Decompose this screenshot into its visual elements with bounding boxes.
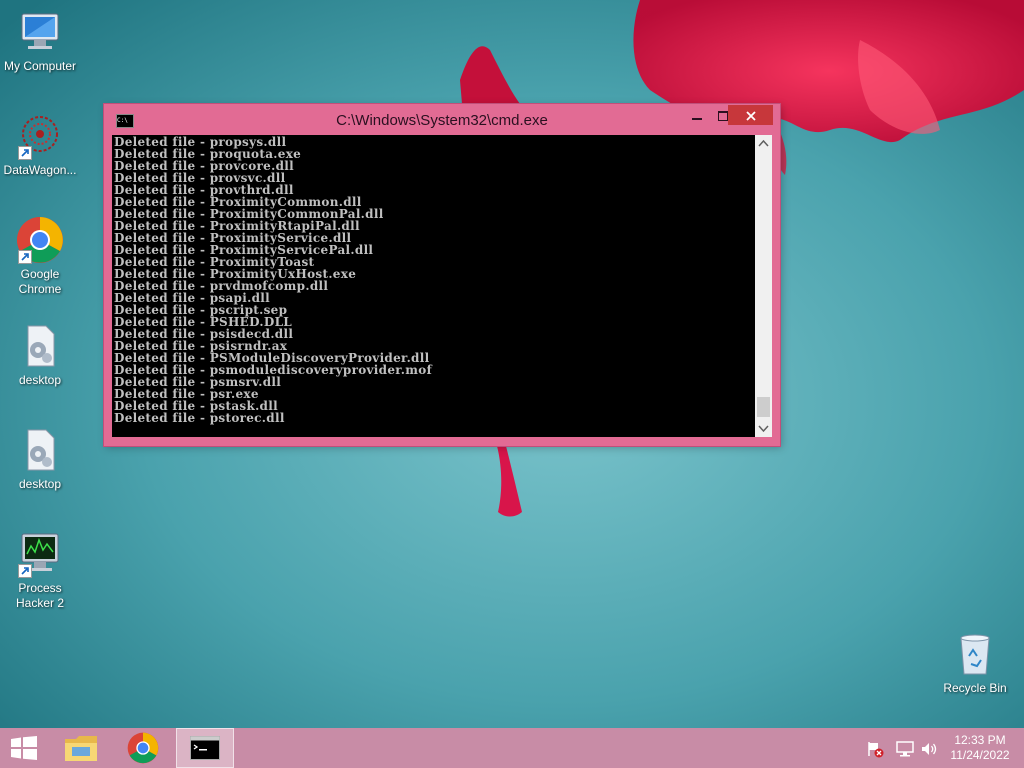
- datawagon-icon: [16, 112, 64, 160]
- chevron-down-icon: [758, 425, 769, 433]
- minimize-button[interactable]: [684, 105, 710, 125]
- title-bar[interactable]: C:\ C:\Windows\System32\cmd.exe: [104, 104, 780, 136]
- clock-time: 12:33 PM: [954, 733, 1006, 747]
- chrome-icon: [127, 732, 159, 764]
- taskbar-file-explorer[interactable]: [56, 728, 106, 768]
- taskbar: 12:33 PM 11/24/2022: [0, 728, 1024, 768]
- config-file-icon: [16, 426, 64, 474]
- action-center-flag-icon[interactable]: [866, 740, 884, 758]
- config-file-icon: [16, 322, 64, 370]
- console-lines: Deleted file - propsys.dll Deleted file -…: [114, 136, 432, 424]
- desktop-icon-label: desktop: [18, 477, 62, 491]
- shortcut-arrow-icon: [18, 250, 32, 264]
- chevron-up-icon: [758, 139, 769, 147]
- desktop-icon-datawagon[interactable]: DataWagon...: [0, 112, 80, 178]
- close-icon: [745, 111, 756, 121]
- desktop-icon-label: Recycle Bin: [943, 681, 1007, 695]
- process-hacker-icon: [16, 530, 64, 578]
- desktop-icon-recycle-bin[interactable]: Recycle Bin: [935, 630, 1015, 696]
- console-output[interactable]: Deleted file - propsys.dll Deleted file -…: [112, 135, 755, 437]
- desktop-icon-label: desktop: [18, 373, 62, 387]
- close-button[interactable]: [728, 105, 773, 125]
- scroll-up-button[interactable]: [755, 135, 772, 152]
- shortcut-arrow-icon: [18, 564, 32, 578]
- recycle-bin-icon: [951, 630, 999, 678]
- minimize-icon: [692, 117, 702, 120]
- desktop-icon-desktop-ini-1[interactable]: desktop: [0, 322, 80, 388]
- clock-date: 11/24/2022: [950, 748, 1010, 762]
- system-tray: 12:33 PM 11/24/2022: [862, 728, 1024, 768]
- desktop-icon-label: Google Chrome: [18, 267, 62, 296]
- clock[interactable]: 12:33 PM 11/24/2022: [940, 733, 1020, 763]
- desktop-icon-label: My Computer: [3, 59, 77, 73]
- folder-icon: [65, 736, 97, 761]
- vertical-scrollbar[interactable]: [755, 135, 772, 437]
- taskbar-chrome[interactable]: [118, 728, 168, 768]
- console-line: Deleted file - pstorec.dll: [114, 411, 285, 425]
- desktop-icon-label: DataWagon...: [3, 163, 77, 177]
- chrome-icon: [16, 216, 64, 264]
- computer-icon: [16, 8, 64, 56]
- desktop-icon-my-computer[interactable]: My Computer: [0, 8, 80, 74]
- cmd-icon: [190, 736, 220, 760]
- window-title: C:\Windows\System32\cmd.exe: [336, 112, 548, 129]
- desktop-icon-label: Process Hacker 2: [15, 581, 65, 610]
- desktop-icon-process-hacker[interactable]: Process Hacker 2: [0, 530, 80, 611]
- taskbar-cmd[interactable]: [176, 728, 234, 768]
- cmd-window[interactable]: C:\ C:\Windows\System32\cmd.exe Deleted …: [104, 104, 780, 446]
- desktop-icon-desktop-ini-2[interactable]: desktop: [0, 426, 80, 492]
- shortcut-arrow-icon: [18, 146, 32, 160]
- windows-logo-icon: [11, 736, 37, 760]
- scroll-thumb[interactable]: [757, 397, 770, 417]
- desktop-icon-google-chrome[interactable]: Google Chrome: [0, 216, 80, 297]
- scroll-down-button[interactable]: [755, 420, 772, 437]
- network-icon[interactable]: [896, 740, 914, 758]
- maximize-icon: [718, 110, 728, 121]
- start-button[interactable]: [0, 728, 48, 768]
- volume-icon[interactable]: [920, 740, 938, 758]
